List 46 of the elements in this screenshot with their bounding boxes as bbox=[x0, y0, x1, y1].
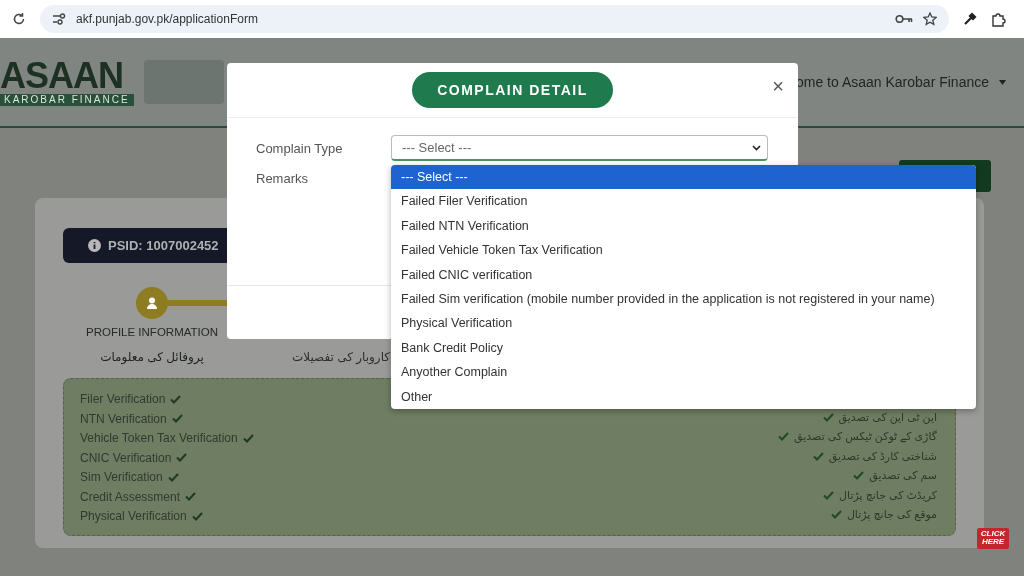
eyedropper-icon[interactable] bbox=[963, 12, 977, 26]
dropdown-option[interactable]: Physical Verification bbox=[391, 311, 976, 336]
star-icon[interactable] bbox=[923, 12, 937, 26]
puzzle-icon[interactable] bbox=[991, 11, 1006, 27]
field-label: Remarks bbox=[256, 170, 309, 186]
verification-label: Credit Assessment bbox=[80, 489, 181, 504]
dropdown-option[interactable]: Other bbox=[391, 384, 976, 409]
dropdown-option[interactable]: Anyother Complain bbox=[391, 360, 976, 385]
site-settings-icon[interactable] bbox=[52, 13, 66, 25]
step-urdu-label: پروفائل کی معلومات bbox=[100, 350, 204, 364]
reload-icon[interactable] bbox=[12, 12, 26, 26]
step-label: PROFILE INFORMATION bbox=[85, 326, 218, 340]
verification-urdu-label: موقع کی جانچ پڑتال bbox=[846, 508, 937, 522]
verification-label: Vehicle Token Tax Verification bbox=[80, 431, 238, 446]
url-text: akf.punjab.gov.pk/applicationForm bbox=[76, 12, 258, 26]
logo: ASAAN KAROBAR FINANCE bbox=[0, 58, 134, 106]
close-button[interactable]: × bbox=[770, 75, 786, 98]
verification-urdu-label: شناختی کارڈ کی تصدیق bbox=[828, 449, 937, 463]
verification-urdu-label: این ٹی این کی تصدیق bbox=[838, 410, 937, 424]
key-icon[interactable] bbox=[895, 14, 913, 24]
click-here-badge[interactable]: CLICK HERE bbox=[977, 528, 1009, 549]
info-icon bbox=[88, 239, 101, 252]
dropdown-option[interactable]: Failed CNIC verification bbox=[391, 262, 976, 287]
chevron-icon bbox=[752, 144, 761, 151]
dropdown-option[interactable]: Failed Sim verification (mobile number provided in the application is not registered in your name) bbox=[391, 286, 976, 312]
verification-label: Physical Verification bbox=[80, 509, 187, 524]
dropdown-option[interactable]: --- Select --- bbox=[391, 165, 976, 190]
step-urdu-label: کاروبار کی تفصیلات bbox=[292, 350, 390, 364]
dialog-title: COMPLAIN DETAIL bbox=[412, 72, 613, 108]
verification-urdu-label: سم کی تصدیق bbox=[869, 469, 937, 483]
verification-urdu-label: کریڈٹ کی جانچ پڑتال bbox=[839, 488, 937, 502]
dropdown-option[interactable]: Failed NTN Verification bbox=[391, 213, 976, 239]
verification-label: Sim Verification bbox=[80, 470, 163, 485]
complain-type-select[interactable]: --- Select --- bbox=[391, 135, 768, 161]
field-label: Complain Type bbox=[256, 140, 344, 156]
verification-label: Filer Verification bbox=[80, 392, 166, 407]
caret-icon[interactable] bbox=[999, 79, 1006, 85]
dropdown-option[interactable]: Bank Credit Policy bbox=[391, 335, 976, 361]
psid-text: PSID: 1007002452 bbox=[108, 238, 219, 253]
verification-urdu-label: گاڑی کے ٹوکن ٹیکس کی تصدیق bbox=[794, 430, 937, 444]
user-icon bbox=[147, 297, 157, 309]
verification-label: NTN Verification bbox=[80, 411, 167, 426]
dropdown-option[interactable]: Failed Vehicle Token Tax Verification bbox=[391, 238, 976, 263]
address-bar[interactable]: akf.punjab.gov.pk/applicationForm bbox=[40, 5, 949, 33]
dropdown-option[interactable]: Failed Filer Verification bbox=[391, 189, 976, 214]
verification-label: CNIC Verification bbox=[80, 450, 172, 465]
